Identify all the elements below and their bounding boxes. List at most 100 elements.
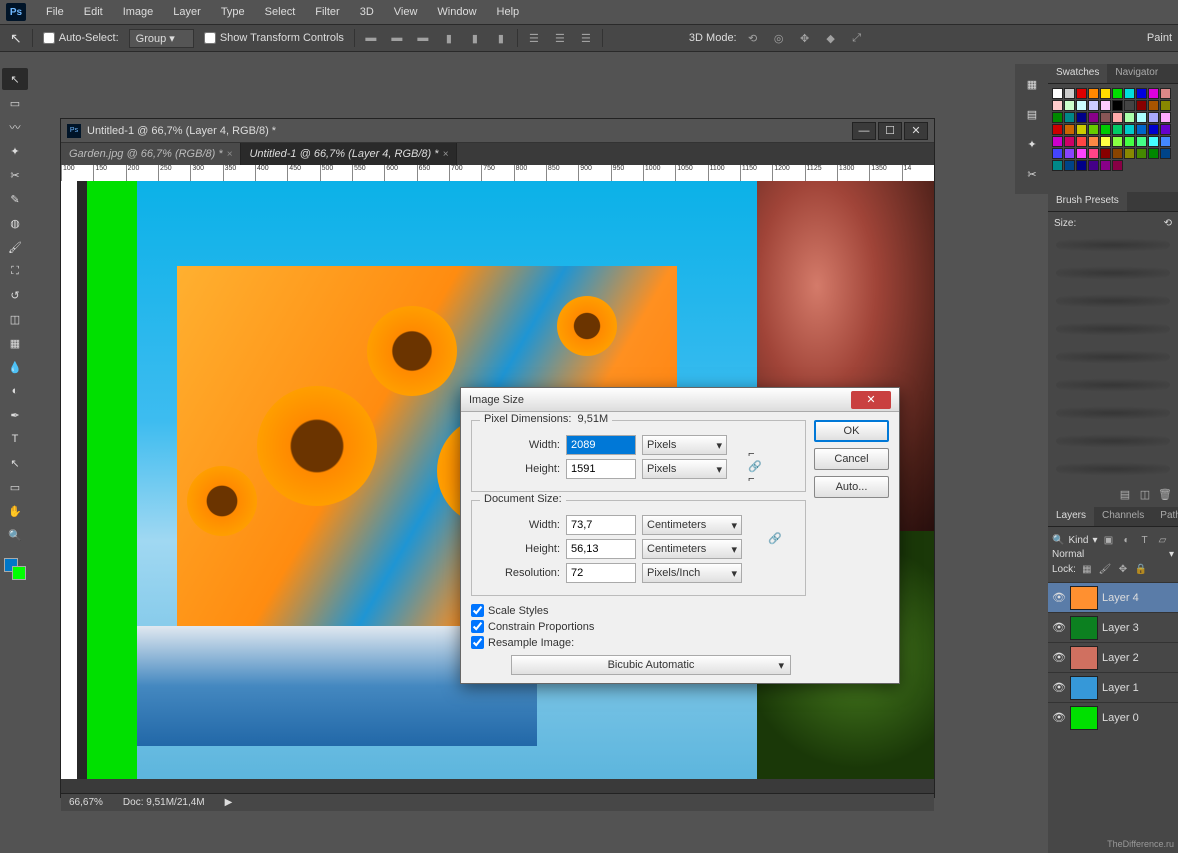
swatch-color[interactable] [1124, 124, 1135, 135]
layer-thumbnail[interactable] [1070, 616, 1098, 640]
swatch-color[interactable] [1088, 100, 1099, 111]
visibility-icon[interactable]: 👁 [1052, 711, 1066, 724]
swatch-color[interactable] [1076, 124, 1087, 135]
swatch-color[interactable] [1064, 160, 1075, 171]
layer-name[interactable]: Layer 1 [1102, 682, 1139, 694]
heal-tool[interactable]: ◍ [2, 212, 28, 234]
swatch-color[interactable] [1112, 88, 1123, 99]
menu-type[interactable]: Type [211, 3, 255, 21]
link-icon[interactable]: 🔗 [765, 513, 785, 563]
swatch-color[interactable] [1076, 148, 1087, 159]
align-center-icon[interactable]: ▮ [465, 29, 485, 47]
swatch-color[interactable] [1136, 148, 1147, 159]
swatch-color[interactable] [1100, 136, 1111, 147]
swatch-color[interactable] [1112, 112, 1123, 123]
swatch-color[interactable] [1052, 160, 1063, 171]
swatch-color[interactable] [1076, 100, 1087, 111]
swatch-grid[interactable] [1052, 88, 1174, 171]
swatch-color[interactable] [1064, 136, 1075, 147]
swatch-color[interactable] [1136, 136, 1147, 147]
paint-button[interactable]: Paint [1147, 32, 1172, 44]
menu-view[interactable]: View [384, 3, 428, 21]
swatch-color[interactable] [1136, 100, 1147, 111]
eyedropper-tool[interactable]: ✎ [2, 188, 28, 210]
layer-thumbnail[interactable] [1070, 586, 1098, 610]
move-tool-icon[interactable]: ↖ [6, 30, 26, 47]
status-arrow-icon[interactable]: ▶ [225, 797, 233, 808]
swatch-color[interactable] [1136, 124, 1147, 135]
swatch-color[interactable] [1148, 124, 1159, 135]
swatch-color[interactable] [1064, 148, 1075, 159]
pixel-width-unit[interactable]: Pixels▾ [642, 435, 727, 455]
3d-roll-icon[interactable]: ◎ [769, 29, 789, 47]
swatch-color[interactable] [1112, 136, 1123, 147]
swatch-color[interactable] [1100, 112, 1111, 123]
swatch-color[interactable] [1064, 112, 1075, 123]
swatch-color[interactable] [1148, 88, 1159, 99]
layer-row[interactable]: 👁Layer 2 [1048, 642, 1178, 672]
cancel-button[interactable]: Cancel [814, 448, 889, 470]
ruler-vertical[interactable] [61, 181, 77, 779]
show-transform-check[interactable]: Show Transform Controls [200, 32, 348, 44]
lasso-tool[interactable]: 〰 [2, 116, 28, 138]
background-color[interactable] [12, 566, 26, 580]
swatch-color[interactable] [1052, 100, 1063, 111]
layers-tab[interactable]: Layers [1048, 507, 1094, 526]
align-bottom-icon[interactable]: ▬ [413, 29, 433, 47]
layer-thumbnail[interactable] [1070, 646, 1098, 670]
swatch-color[interactable] [1088, 160, 1099, 171]
swatch-color[interactable] [1076, 112, 1087, 123]
menu-select[interactable]: Select [255, 3, 306, 21]
lock-paint-icon[interactable]: 🖌 [1098, 562, 1112, 576]
brush-new-icon[interactable]: ◫ [1138, 487, 1152, 501]
swatch-color[interactable] [1124, 100, 1135, 111]
layer-row[interactable]: 👁Layer 1 [1048, 672, 1178, 702]
distribute-h-icon[interactable]: ☰ [524, 29, 544, 47]
layer-name[interactable]: Layer 3 [1102, 622, 1139, 634]
swatch-color[interactable] [1124, 148, 1135, 159]
swatch-color[interactable] [1160, 124, 1171, 135]
resample-method-select[interactable]: Bicubic Automatic ▾ [511, 655, 791, 675]
layer-name[interactable]: Layer 0 [1102, 712, 1139, 724]
swatch-color[interactable] [1100, 88, 1111, 99]
layer-name[interactable]: Layer 4 [1102, 592, 1139, 604]
eraser-tool[interactable]: ◫ [2, 308, 28, 330]
zoom-level[interactable]: 66,67% [69, 797, 103, 808]
constrain-check[interactable]: Constrain Proportions [471, 620, 889, 633]
swatch-color[interactable] [1052, 136, 1063, 147]
history-brush-tool[interactable]: ↺ [2, 284, 28, 306]
swatch-color[interactable] [1136, 112, 1147, 123]
visibility-icon[interactable]: 👁 [1052, 621, 1066, 634]
swatches-tab[interactable]: Swatches [1048, 64, 1107, 83]
swatch-color[interactable] [1160, 88, 1171, 99]
swatch-color[interactable] [1112, 160, 1123, 171]
actions-panel-icon[interactable]: ▤ [1018, 100, 1046, 128]
align-left-icon[interactable]: ▮ [439, 29, 459, 47]
swatch-color[interactable] [1088, 136, 1099, 147]
visibility-icon[interactable]: 👁 [1052, 591, 1066, 604]
blend-mode-select[interactable]: Normal [1052, 549, 1084, 560]
layer-row[interactable]: 👁 Layer 0 [1048, 702, 1178, 732]
layer-row[interactable]: 👁 Layer 3 [1048, 612, 1178, 642]
swatch-color[interactable] [1052, 148, 1063, 159]
lock-position-icon[interactable]: ✥ [1116, 562, 1130, 576]
stamp-tool[interactable]: ⛶ [2, 260, 28, 282]
swatch-color[interactable] [1124, 136, 1135, 147]
type-tool[interactable]: T [2, 428, 28, 450]
layer-name[interactable]: Layer 2 [1102, 652, 1139, 664]
dialog-close-button[interactable]: ✕ [851, 391, 891, 409]
menu-image[interactable]: Image [113, 3, 164, 21]
swatch-color[interactable] [1124, 112, 1135, 123]
menu-3d[interactable]: 3D [350, 3, 384, 21]
restore-icon[interactable]: ⟲ [1164, 218, 1172, 229]
close-icon[interactable]: × [443, 149, 449, 160]
lock-all-icon[interactable]: 🔒 [1134, 562, 1148, 576]
swatch-color[interactable] [1148, 100, 1159, 111]
swatch-color[interactable] [1088, 124, 1099, 135]
align-top-icon[interactable]: ▬ [361, 29, 381, 47]
swatch-color[interactable] [1064, 100, 1075, 111]
swatch-color[interactable] [1124, 88, 1135, 99]
zoom-tool[interactable]: 🔍 [2, 524, 28, 546]
tab-garden[interactable]: Garden.jpg @ 66,7% (RGB/8) * × [61, 143, 241, 165]
doc-height-unit[interactable]: Centimeters▾ [642, 539, 742, 559]
